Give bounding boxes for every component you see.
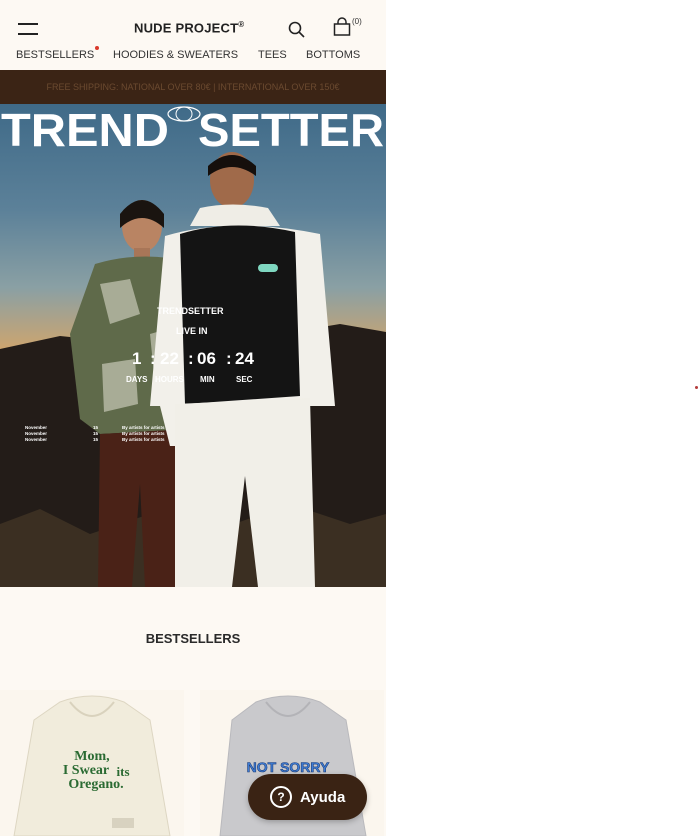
logo-text: NUDE PROJECT	[134, 20, 239, 36]
schedule-day: 15	[93, 425, 99, 430]
countdown-sep: :	[150, 349, 156, 368]
schedule-month: November	[25, 425, 48, 430]
countdown-hours: 22	[160, 349, 179, 368]
schedule-day: 15	[93, 437, 99, 442]
countdown-minutes-label: MIN	[200, 375, 215, 384]
countdown-hours-label: HOURS	[155, 375, 184, 384]
hero-banner[interactable]: TREND SETTER TRENDSETTER LIVE IN 1 : 22 …	[0, 104, 386, 587]
logo-trademark: ®	[238, 20, 245, 29]
cart-button[interactable]: (0)	[332, 17, 366, 39]
countdown-days-label: DAYS	[126, 375, 148, 384]
countdown-days: 1	[132, 349, 142, 368]
product-card-oregano-hoodie[interactable]: Mom, I Swear its Oregano.	[0, 690, 184, 836]
nav-item-hoodies[interactable]: HOODIES & SWEATERS	[113, 49, 238, 61]
nav-item-bottoms[interactable]: BOTTOMS	[306, 49, 360, 61]
schedule-month: November	[25, 437, 48, 442]
countdown-seconds-label: SEC	[236, 375, 253, 384]
countdown-sep: :	[226, 349, 232, 368]
question-icon: ?	[270, 786, 292, 808]
print-line-1: NOT SORRY	[247, 759, 330, 775]
shipping-banner-text: FREE SHIPPING: NATIONAL OVER 80€ | INTER…	[46, 82, 340, 92]
help-button-label: Ayuda	[300, 788, 346, 806]
mobile-page: NUDE PROJECT® (0) BESTSELLERS HOODIES & …	[0, 0, 386, 836]
countdown-title: TRENDSETTER	[157, 306, 224, 316]
schedule-text: By artists for artists	[122, 437, 165, 442]
schedule-month: November	[25, 431, 48, 436]
countdown-subtitle: LIVE IN	[176, 326, 208, 336]
menu-icon[interactable]	[18, 23, 38, 35]
countdown-sep: :	[188, 349, 194, 368]
bestsellers-title: BESTSELLERS	[145, 631, 241, 646]
countdown-seconds: 24	[235, 349, 254, 368]
schedule-day: 15	[93, 431, 99, 436]
help-button[interactable]: ? Ayuda	[248, 774, 367, 820]
print-line-1: Mom,	[74, 749, 109, 764]
shipping-banner: FREE SHIPPING: NATIONAL OVER 80€ | INTER…	[0, 70, 386, 104]
new-indicator-dot	[95, 46, 99, 50]
category-nav: BESTSELLERS HOODIES & SWEATERS TEES BOTT…	[0, 46, 386, 67]
site-header: NUDE PROJECT® (0)	[0, 0, 386, 44]
print-line-4: Oregano.	[68, 777, 123, 792]
indicator-dot	[695, 386, 698, 389]
brand-logo[interactable]: NUDE PROJECT®	[134, 20, 244, 35]
nav-item-bestsellers[interactable]: BESTSELLERS	[16, 49, 94, 61]
countdown-minutes: 06	[197, 349, 216, 368]
search-icon[interactable]	[288, 21, 306, 39]
cart-count: (0)	[352, 17, 362, 26]
schedule-text: By artists for artists	[122, 431, 165, 436]
print-line-2: I Swear	[63, 763, 109, 778]
product-image-hoodie-cream: Mom, I Swear its Oregano.	[13, 695, 171, 836]
launch-countdown: TRENDSETTER LIVE IN 1 : 22 : 06 : 24 DAY…	[0, 104, 386, 587]
nav-item-tees[interactable]: TEES	[258, 49, 287, 61]
bag-icon	[333, 17, 351, 36]
schedule-text: By artists for artists	[122, 425, 165, 430]
